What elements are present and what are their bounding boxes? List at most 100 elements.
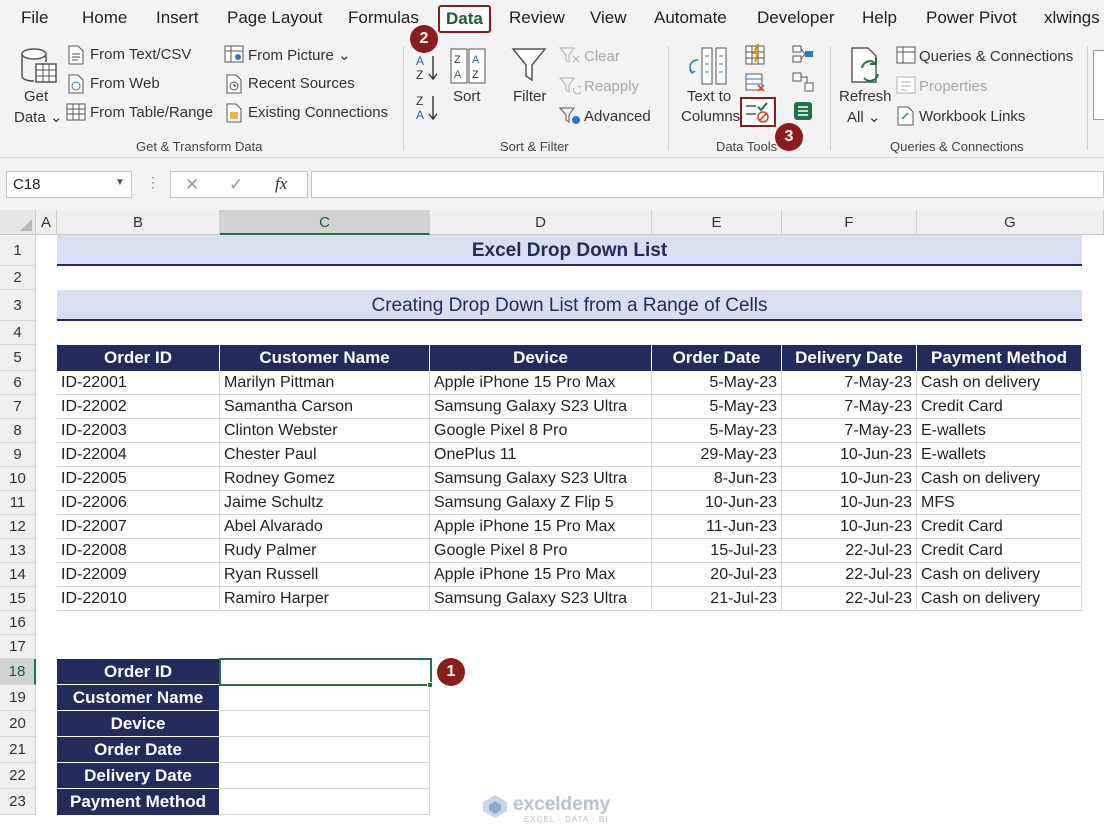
existing-connections-button[interactable]: Existing Connections bbox=[248, 104, 388, 121]
insert-function-icon[interactable]: fx bbox=[275, 174, 287, 194]
consolidate-icon[interactable] bbox=[792, 44, 814, 64]
refresh-all-icon[interactable] bbox=[846, 46, 886, 86]
table-cell[interactable]: Chester Paul bbox=[220, 443, 430, 467]
table-cell[interactable]: 20-Jul-23 bbox=[652, 563, 782, 587]
row-header[interactable]: 23 bbox=[0, 789, 36, 815]
enter-icon[interactable]: ✓ bbox=[229, 175, 243, 195]
table-cell[interactable]: 10-Jun-23 bbox=[782, 491, 917, 515]
flash-fill-icon[interactable] bbox=[744, 43, 768, 66]
column-header-c[interactable]: C bbox=[220, 210, 430, 235]
column-header-f[interactable]: F bbox=[782, 210, 917, 235]
form-input-delivery-date[interactable] bbox=[220, 763, 430, 789]
text-to-columns-label-1[interactable]: Text to bbox=[687, 88, 731, 105]
properties-button[interactable]: Properties bbox=[919, 78, 987, 95]
row-header[interactable]: 7 bbox=[0, 395, 36, 419]
table-cell[interactable]: 22-Jul-23 bbox=[782, 563, 917, 587]
table-cell[interactable]: Jaime Schultz bbox=[220, 491, 430, 515]
clear-button[interactable]: Clear bbox=[584, 48, 620, 65]
formula-input[interactable] bbox=[311, 171, 1104, 198]
menu-formulas[interactable]: Formulas bbox=[348, 8, 419, 28]
advanced-button[interactable]: Advanced bbox=[584, 108, 651, 125]
row-header-selected[interactable]: 18 bbox=[0, 659, 36, 685]
menu-home[interactable]: Home bbox=[82, 8, 127, 28]
row-header[interactable]: 10 bbox=[0, 467, 36, 491]
table-cell[interactable]: Rudy Palmer bbox=[220, 539, 430, 563]
data-validation-icon[interactable] bbox=[740, 97, 776, 127]
table-cell[interactable]: E-wallets bbox=[917, 443, 1082, 467]
table-header-cell[interactable]: Order ID bbox=[57, 345, 220, 371]
row-header[interactable]: 14 bbox=[0, 563, 36, 587]
row-header[interactable]: 8 bbox=[0, 419, 36, 443]
recent-sources-button[interactable]: Recent Sources bbox=[248, 75, 355, 92]
menu-automate[interactable]: Automate bbox=[654, 8, 727, 28]
table-header-cell[interactable]: Device bbox=[430, 345, 652, 371]
form-input-payment-method[interactable] bbox=[220, 789, 430, 815]
row-header[interactable]: 20 bbox=[0, 711, 36, 737]
menu-review[interactable]: Review bbox=[509, 8, 565, 28]
menu-insert[interactable]: Insert bbox=[156, 8, 199, 28]
table-cell[interactable]: Apple iPhone 15 Pro Max bbox=[430, 515, 652, 539]
table-cell[interactable]: ID-22010 bbox=[57, 587, 220, 611]
remove-duplicates-icon[interactable] bbox=[744, 72, 768, 94]
menu-view[interactable]: View bbox=[590, 8, 627, 28]
table-cell[interactable]: Cash on delivery bbox=[917, 563, 1082, 587]
column-header-a[interactable]: A bbox=[36, 210, 57, 235]
column-header-e[interactable]: E bbox=[652, 210, 782, 235]
row-header[interactable]: 6 bbox=[0, 371, 36, 395]
table-cell[interactable]: Abel Alvarado bbox=[220, 515, 430, 539]
table-cell[interactable]: 10-Jun-23 bbox=[782, 467, 917, 491]
table-header-cell[interactable]: Customer Name bbox=[220, 345, 430, 371]
drag-handle-icon[interactable]: ⋮ bbox=[146, 174, 160, 191]
from-table-range-button[interactable]: From Table/Range bbox=[90, 104, 213, 121]
fill-handle[interactable] bbox=[427, 682, 433, 688]
table-cell[interactable]: Credit Card bbox=[917, 395, 1082, 419]
table-cell[interactable]: ID-22005 bbox=[57, 467, 220, 491]
menu-data[interactable]: Data bbox=[438, 5, 491, 33]
menu-file[interactable]: File bbox=[21, 8, 48, 28]
row-header[interactable]: 3 bbox=[0, 290, 36, 321]
form-label-order-date[interactable]: Order Date bbox=[57, 737, 220, 763]
workbook-links-button[interactable]: Workbook Links bbox=[919, 108, 1025, 125]
row-header[interactable]: 19 bbox=[0, 685, 36, 711]
table-cell[interactable]: Samantha Carson bbox=[220, 395, 430, 419]
table-cell[interactable]: ID-22008 bbox=[57, 539, 220, 563]
table-cell[interactable]: ID-22002 bbox=[57, 395, 220, 419]
selected-cell-c18[interactable] bbox=[219, 658, 432, 686]
menu-power-pivot[interactable]: Power Pivot bbox=[926, 8, 1017, 28]
table-cell[interactable]: 5-May-23 bbox=[652, 419, 782, 443]
table-cell[interactable]: 8-Jun-23 bbox=[652, 467, 782, 491]
reapply-button[interactable]: Reapply bbox=[584, 78, 639, 95]
menu-help[interactable]: Help bbox=[862, 8, 897, 28]
table-cell[interactable]: Google Pixel 8 Pro bbox=[430, 419, 652, 443]
table-cell[interactable]: E-wallets bbox=[917, 419, 1082, 443]
row-header[interactable]: 21 bbox=[0, 737, 36, 763]
table-cell[interactable]: ID-22006 bbox=[57, 491, 220, 515]
table-cell[interactable]: Samsung Galaxy S23 Ultra bbox=[430, 467, 652, 491]
row-header[interactable]: 4 bbox=[0, 321, 36, 345]
table-cell[interactable]: OnePlus 11 bbox=[430, 443, 652, 467]
table-cell[interactable]: Credit Card bbox=[917, 515, 1082, 539]
form-input-order-date[interactable] bbox=[220, 737, 430, 763]
table-cell[interactable]: 7-May-23 bbox=[782, 371, 917, 395]
row-header[interactable]: 5 bbox=[0, 345, 36, 371]
table-cell[interactable]: Cash on delivery bbox=[917, 587, 1082, 611]
chevron-down-icon[interactable]: ▼ bbox=[115, 177, 125, 188]
text-to-columns-icon[interactable] bbox=[686, 46, 728, 88]
table-cell[interactable]: 7-May-23 bbox=[782, 395, 917, 419]
form-label-delivery-date[interactable]: Delivery Date bbox=[57, 763, 220, 789]
menu-developer[interactable]: Developer bbox=[757, 8, 835, 28]
filter-button[interactable]: Filter bbox=[513, 88, 546, 105]
sort-az-icon[interactable]: AZ bbox=[415, 52, 441, 82]
table-cell[interactable]: ID-22009 bbox=[57, 563, 220, 587]
table-cell[interactable]: 22-Jul-23 bbox=[782, 539, 917, 563]
row-header[interactable]: 15 bbox=[0, 587, 36, 611]
relationships-icon[interactable] bbox=[792, 72, 814, 92]
table-cell[interactable]: Cash on delivery bbox=[917, 467, 1082, 491]
select-all-corner[interactable] bbox=[0, 210, 36, 235]
menu-page-layout[interactable]: Page Layout bbox=[227, 8, 322, 28]
database-icon[interactable] bbox=[18, 46, 58, 86]
from-text-csv-button[interactable]: From Text/CSV bbox=[90, 46, 191, 63]
row-header[interactable]: 2 bbox=[0, 266, 36, 290]
form-input-device[interactable] bbox=[220, 711, 430, 737]
name-box[interactable]: C18 ▼ bbox=[6, 171, 132, 198]
